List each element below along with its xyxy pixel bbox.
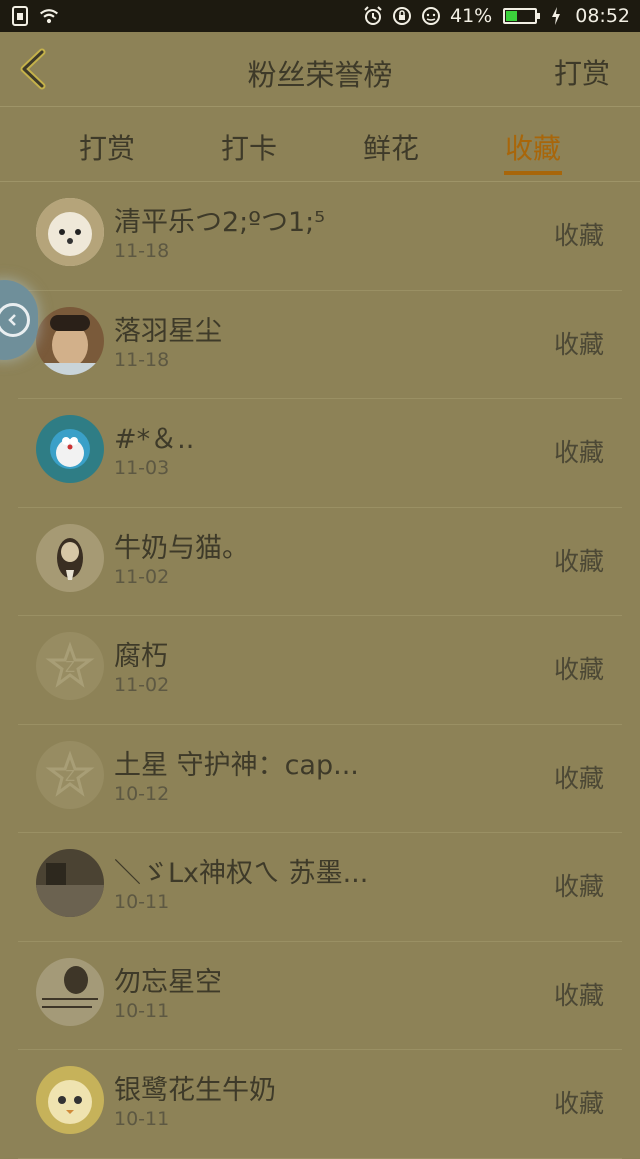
list-item[interactable]: 清平乐つ2;ºつ1;⁵ 11-18 收藏 xyxy=(18,182,622,291)
tab-flowers[interactable]: 鲜花 xyxy=(346,127,436,167)
page-title: 粉丝荣誉榜 xyxy=(247,58,393,92)
active-tab-indicator xyxy=(504,171,562,175)
user-name: 落羽星尘 xyxy=(114,315,222,347)
avatar[interactable]: Z xyxy=(36,740,104,809)
tab-reward[interactable]: 打赏 xyxy=(62,127,152,167)
user-name: 牛奶与猫。 xyxy=(114,532,249,564)
item-date: 11-03 xyxy=(114,457,170,479)
item-date: 11-18 xyxy=(114,348,170,371)
user-name: 土星 守护神：cap... xyxy=(114,749,359,781)
fan-list: 清平乐つ2;ºつ1;⁵ 11-18 收藏 落羽星尘 11-18 收藏 #*＆..… xyxy=(0,182,640,1159)
user-name: 腐朽 xyxy=(114,641,168,672)
battery-icon xyxy=(503,8,541,24)
tab-bar: 打赏 打卡 鲜花 收藏 xyxy=(0,107,640,182)
list-item[interactable]: Z 土星 守护神：cap... 10-12 收藏 xyxy=(18,725,622,833)
rotation-lock-icon xyxy=(392,6,412,26)
avatar[interactable] xyxy=(36,198,104,266)
avatar[interactable] xyxy=(36,415,104,483)
avatar[interactable] xyxy=(36,523,104,592)
avatar[interactable] xyxy=(36,957,104,1026)
reward-button[interactable]: 打赏 xyxy=(554,52,610,92)
list-item[interactable]: 勿忘星空 10-11 收藏 xyxy=(18,942,622,1050)
svg-text:Z: Z xyxy=(65,768,75,785)
sim-icon xyxy=(10,6,30,26)
tab-checkin[interactable]: 打卡 xyxy=(204,127,294,167)
list-item[interactable]: Z 腐朽 11-02 收藏 xyxy=(18,616,622,725)
favorite-label: 收藏 xyxy=(553,655,604,684)
item-date: 10-11 xyxy=(114,1108,170,1130)
avatar[interactable]: Z xyxy=(36,632,104,700)
avatar[interactable] xyxy=(36,1066,104,1134)
favorite-label: 收藏 xyxy=(553,329,604,359)
favorite-label: 收藏 xyxy=(553,221,604,250)
item-date: 11-02 xyxy=(114,674,170,696)
close-icon xyxy=(0,303,30,337)
svg-text:Z: Z xyxy=(65,659,75,676)
wifi-icon xyxy=(39,6,59,26)
avatar[interactable] xyxy=(36,849,104,917)
user-name: 银鹭花生牛奶 xyxy=(114,1075,276,1106)
user-name: #*＆.. xyxy=(114,424,195,455)
charging-icon xyxy=(546,6,566,26)
item-date: 10-12 xyxy=(114,782,170,805)
list-item[interactable]: 落羽星尘 11-18 收藏 xyxy=(18,291,622,399)
favorite-label: 收藏 xyxy=(553,1089,604,1118)
favorite-label: 收藏 xyxy=(553,872,604,901)
favorite-label: 收藏 xyxy=(553,980,604,1010)
user-name: ＼ゞLx神权ㄟ 苏墨... xyxy=(114,858,369,889)
tab-favorites[interactable]: 收藏 xyxy=(488,127,578,167)
favorite-label: 收藏 xyxy=(553,438,604,467)
favorite-label: 收藏 xyxy=(553,546,604,576)
user-name: 清平乐つ2;ºつ1;⁵ xyxy=(114,207,326,238)
clock: 08:52 xyxy=(575,5,630,27)
avatar[interactable] xyxy=(36,306,104,375)
favorite-label: 收藏 xyxy=(553,763,604,793)
face-icon xyxy=(421,6,441,26)
item-date: 10-11 xyxy=(114,891,170,913)
list-item[interactable]: 牛奶与猫。 11-02 收藏 xyxy=(18,508,622,616)
battery-level xyxy=(506,11,517,21)
alarm-icon xyxy=(363,6,383,26)
item-date: 11-02 xyxy=(114,565,170,588)
item-date: 10-11 xyxy=(114,999,170,1022)
item-date: 11-18 xyxy=(114,240,170,262)
list-item[interactable]: #*＆.. 11-03 收藏 xyxy=(18,399,622,508)
status-bar: 41% 08:52 xyxy=(0,0,640,32)
app-header: 粉丝荣誉榜 打赏 xyxy=(0,32,640,107)
list-item[interactable]: 银鹭花生牛奶 10-11 收藏 xyxy=(18,1050,622,1159)
battery-percent: 41% xyxy=(450,5,493,27)
user-name: 勿忘星空 xyxy=(114,966,222,998)
list-item[interactable]: ＼ゞLx神权ㄟ 苏墨... 10-11 收藏 xyxy=(18,833,622,942)
